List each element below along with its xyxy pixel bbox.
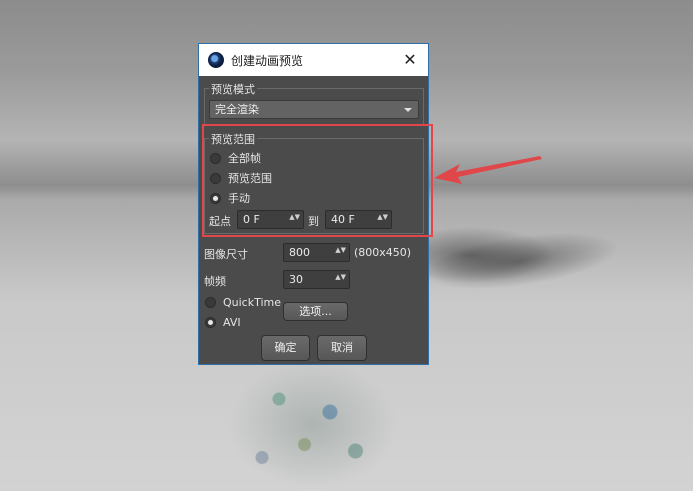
radio-quicktime-button[interactable] xyxy=(205,297,216,308)
cancel-button[interactable]: 取消 xyxy=(317,335,367,361)
image-size-label: 图像尺寸 xyxy=(204,248,248,261)
preview-range-highlight-box xyxy=(202,124,433,237)
frame-rate-field[interactable]: 30 ▲▼ xyxy=(283,270,350,289)
close-icon[interactable]: ✕ xyxy=(400,50,420,70)
image-dimensions: (800x450) xyxy=(354,246,412,259)
radio-avi-label: AVI xyxy=(223,316,241,329)
object-shadow xyxy=(417,222,623,300)
radio-quicktime-label: QuickTime xyxy=(223,296,282,309)
dialog-title: 创建动画预览 xyxy=(231,53,304,68)
preview-mode-group: 预览模式 完全渲染 xyxy=(204,81,424,125)
ok-button[interactable]: 确定 xyxy=(261,335,310,361)
image-size-value: 800 xyxy=(289,246,310,259)
annotation-arrow-icon xyxy=(434,156,542,184)
dialog-titlebar: 创建动画预览 ✕ xyxy=(199,44,428,76)
preview-mode-value: 完全渲染 xyxy=(215,103,259,116)
radio-quicktime[interactable]: QuickTime xyxy=(205,296,281,309)
radio-avi-button[interactable] xyxy=(205,317,216,328)
frame-rate-value: 30 xyxy=(289,273,303,286)
image-size-field[interactable]: 800 ▲▼ xyxy=(283,243,350,262)
chevron-down-icon xyxy=(404,108,412,112)
options-button[interactable]: 选项... xyxy=(283,302,348,321)
cinema4d-app-icon xyxy=(208,52,224,68)
frame-rate-label: 帧频 xyxy=(204,275,226,288)
preview-mode-legend: 预览模式 xyxy=(209,81,257,97)
preview-mode-select[interactable]: 完全渲染 xyxy=(209,100,419,119)
sphere-cluster xyxy=(228,360,398,490)
spinner-arrows-icon[interactable]: ▲▼ xyxy=(335,274,346,281)
spinner-arrows-icon[interactable]: ▲▼ xyxy=(335,247,346,254)
radio-avi[interactable]: AVI xyxy=(205,316,241,329)
